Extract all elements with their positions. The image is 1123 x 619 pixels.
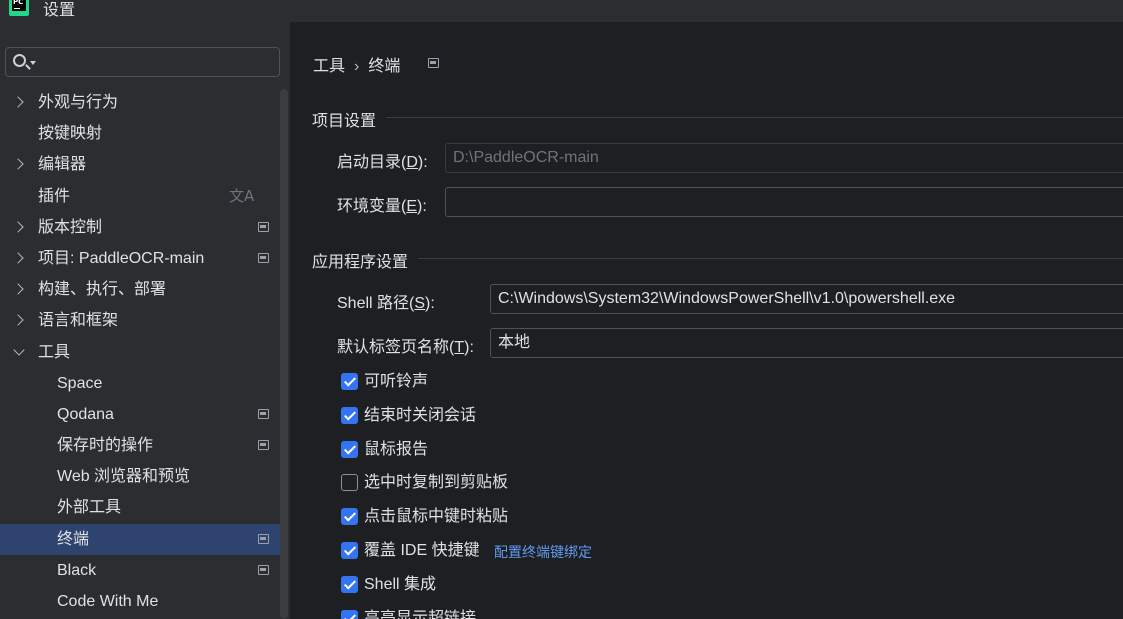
app-settings-title: 应用程序设置: [312, 254, 409, 271]
settings-search-input[interactable]: [5, 47, 280, 77]
section-divider: [386, 117, 1123, 118]
chevron-right-icon[interactable]: [12, 221, 24, 233]
sidebar-item[interactable]: Web 浏览器和预览: [0, 461, 280, 492]
breadcrumb-separator: ›: [354, 58, 360, 75]
sidebar-item[interactable]: 项目: PaddleOCR-main: [0, 243, 280, 274]
sidebar-item-label: Web 浏览器和预览: [57, 468, 191, 486]
checkbox-label[interactable]: 高亮显示超链接: [364, 608, 476, 619]
sidebar-item-label: 按键映射: [38, 125, 103, 143]
sidebar-item[interactable]: 版本控制: [0, 212, 280, 243]
sidebar-item-label: 外观与行为: [38, 94, 119, 111]
breadcrumb: 工具 › 终端: [313, 52, 400, 76]
chevron-right-icon[interactable]: [12, 158, 24, 171]
checkbox-label[interactable]: 点击鼠标中键时粘贴: [364, 506, 508, 528]
pycharm-app-icon: PC: [9, 0, 29, 16]
sidebar-item-label: Space: [57, 374, 103, 392]
sidebar-item-label: 语言和框架: [38, 312, 119, 330]
checkbox-label[interactable]: 结束时关闭会话: [364, 405, 476, 427]
tab-name-field[interactable]: 本地: [490, 328, 1123, 358]
sidebar-item[interactable]: 构建、执行、部署: [0, 274, 280, 305]
shell-path-label: Shell 路径(S):: [337, 295, 435, 312]
sidebar-item-label: Qodana: [57, 405, 114, 423]
settings-main-panel: 工具 › 终端 项目设置 启动目录(D): D:\PaddleOCR-main 环境…: [290, 22, 1123, 619]
checkbox-label[interactable]: Shell 集成: [364, 574, 436, 596]
checkbox-checked[interactable]: [341, 441, 358, 458]
sidebar-item[interactable]: Space: [0, 368, 280, 399]
sidebar-item-label: Code With Me: [57, 593, 159, 610]
chevron-right-icon[interactable]: [12, 252, 24, 264]
start-dir-label: 启动目录(D):: [337, 154, 428, 171]
sidebar-item[interactable]: 外部工具: [0, 492, 280, 523]
section-divider: [418, 258, 1123, 259]
chevron-right-icon[interactable]: [12, 283, 24, 295]
sidebar-item[interactable]: Code With Me: [0, 586, 280, 617]
search-history-caret-icon[interactable]: [30, 61, 36, 65]
breadcrumb-current: 终端: [368, 58, 401, 75]
project-level-icon: [258, 221, 269, 232]
project-level-icon: [258, 564, 269, 575]
sidebar-item[interactable]: 按键映射: [0, 118, 280, 149]
checkbox-checked[interactable]: [341, 407, 358, 424]
sidebar-item[interactable]: 外观与行为: [0, 87, 280, 118]
sidebar-item-label: 构建、执行、部署: [38, 281, 167, 299]
checkbox-checked[interactable]: [341, 508, 358, 525]
sidebar-item-label: 项目: PaddleOCR-main: [38, 249, 205, 267]
translate-icon: 文A: [229, 186, 255, 205]
sidebar-item-label: Black: [57, 561, 97, 579]
checkbox-checked[interactable]: [341, 610, 358, 619]
checkbox-unchecked[interactable]: [341, 474, 358, 491]
checkbox-checked[interactable]: [341, 542, 358, 559]
shell-path-field[interactable]: C:\Windows\System32\WindowsPowerShell\v1…: [490, 284, 1123, 314]
sidebar-item[interactable]: 语言和框架: [0, 305, 280, 336]
checkbox-label[interactable]: 可听铃声: [364, 371, 428, 393]
configure-keybindings-link[interactable]: 配置终端键绑定: [494, 542, 592, 562]
checkbox-label[interactable]: 鼠标报告: [364, 439, 428, 461]
sidebar-scrollbar[interactable]: [280, 89, 288, 619]
chevron-down-icon[interactable]: [13, 343, 25, 356]
checkbox-label[interactable]: 选中时复制到剪贴板: [364, 472, 508, 494]
sidebar-item-label: 编辑器: [38, 156, 87, 174]
breadcrumb-parent[interactable]: 工具: [313, 58, 345, 75]
sidebar-item[interactable]: 插件 文A: [0, 181, 280, 212]
checkbox-checked[interactable]: [341, 373, 358, 390]
settings-tree: 外观与行为按键映射编辑器插件 文A 版本控制项目: PaddleOCR-main 构建…: [0, 87, 280, 617]
sidebar-item-label: 外部工具: [57, 499, 122, 517]
checkbox-checked[interactable]: [341, 576, 358, 593]
project-settings-title: 项目设置: [312, 113, 377, 130]
env-vars-field[interactable]: [445, 187, 1123, 217]
app-icon-text: PC: [12, 0, 26, 11]
start-dir-field[interactable]: D:\PaddleOCR-main: [445, 143, 1123, 173]
sidebar-item[interactable]: 编辑器: [0, 149, 280, 180]
project-level-icon: [258, 440, 269, 451]
sidebar-item[interactable]: 终端: [0, 523, 280, 555]
chevron-right-icon[interactable]: [12, 314, 24, 326]
sidebar-item[interactable]: Black: [0, 555, 280, 586]
sidebar-item-label: 工具: [38, 343, 71, 361]
search-icon[interactable]: [13, 54, 26, 67]
sidebar-item[interactable]: Qodana: [0, 399, 280, 430]
sidebar-item[interactable]: 工具: [0, 337, 280, 368]
tab-name-label: 默认标签页名称(T):: [337, 339, 474, 356]
checkbox-label[interactable]: 覆盖 IDE 快捷键: [364, 540, 480, 562]
project-level-icon: [258, 533, 269, 544]
sidebar-item-label: 版本控制: [38, 218, 103, 236]
sidebar-item[interactable]: 保存时的操作: [0, 430, 280, 461]
chevron-right-icon[interactable]: [12, 96, 24, 108]
env-vars-label: 环境变量(E):: [337, 198, 427, 215]
window-title: 设置: [43, 2, 76, 19]
project-level-icon: [258, 408, 269, 419]
project-level-icon: [428, 58, 439, 68]
sidebar-item-label: 插件: [38, 187, 71, 205]
title-bar: PC 设置: [0, 0, 1123, 22]
sidebar-item-label: 保存时的操作: [57, 437, 154, 455]
project-level-icon: [258, 252, 269, 263]
settings-sidebar: 外观与行为按键映射编辑器插件 文A 版本控制项目: PaddleOCR-main 构建…: [0, 22, 290, 619]
sidebar-item-label: 终端: [57, 530, 90, 548]
